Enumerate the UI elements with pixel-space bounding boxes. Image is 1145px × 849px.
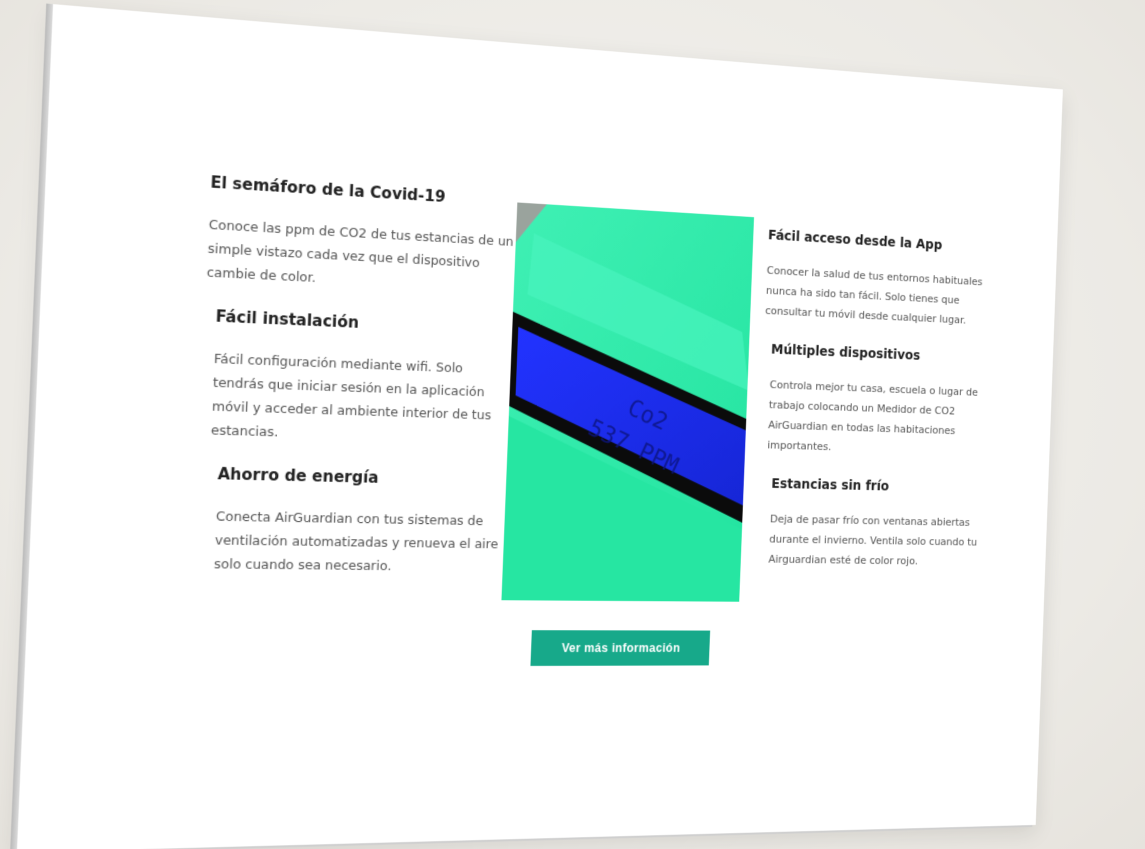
feature-text: Conecta AirGuardian con tus sistemas de … bbox=[214, 504, 508, 578]
feature-text: Conoce las ppm de CO2 de tus estancias d… bbox=[206, 212, 518, 298]
feature-title: Fácil acceso desde la App bbox=[768, 228, 999, 257]
feature-no-cold-rooms: Estancias sin frío Deja de pasar frío co… bbox=[768, 476, 990, 571]
more-info-button[interactable]: Ver más información bbox=[530, 630, 710, 666]
feature-covid-semaphore: El semáforo de la Covid-19 Conoce las pp… bbox=[206, 173, 519, 299]
features-left-column: El semáforo de la Covid-19 Conoce las pp… bbox=[193, 173, 520, 600]
feature-title: Estancias sin frío bbox=[771, 476, 990, 496]
web-page: El semáforo de la Covid-19 Conoce las pp… bbox=[17, 4, 1063, 849]
feature-easy-install: Fácil instalación Fácil configuración me… bbox=[210, 307, 514, 450]
feature-text: Deja de pasar frío con ventanas abiertas… bbox=[768, 509, 989, 572]
feature-text: Conocer la salud de tus entornos habitua… bbox=[765, 260, 998, 331]
feature-text: Controla mejor tu casa, escuela o lugar … bbox=[767, 375, 994, 462]
feature-app-access: Fácil acceso desde la App Conocer la sal… bbox=[765, 228, 999, 332]
feature-title: Fácil instalación bbox=[215, 307, 514, 338]
feature-energy-saving: Ahorro de energía Conecta AirGuardian co… bbox=[214, 465, 509, 579]
feature-multiple-devices: Múltiples dispositivos Controla mejor tu… bbox=[767, 342, 995, 461]
feature-title: Múltiples dispositivos bbox=[771, 342, 995, 367]
feature-text: Fácil configuración mediante wifi. Solo … bbox=[210, 346, 513, 449]
device-photo: Co2 537 PPM bbox=[501, 202, 754, 601]
feature-title: Ahorro de energía bbox=[217, 465, 508, 490]
features-right-column: Fácil acceso desde la App Conocer la sal… bbox=[754, 228, 999, 592]
feature-title: El semáforo de la Covid-19 bbox=[210, 173, 520, 210]
co2-meter-image: Co2 537 PPM bbox=[501, 202, 754, 601]
mockup-stage: El semáforo de la Covid-19 Conoce las pp… bbox=[0, 0, 1145, 849]
